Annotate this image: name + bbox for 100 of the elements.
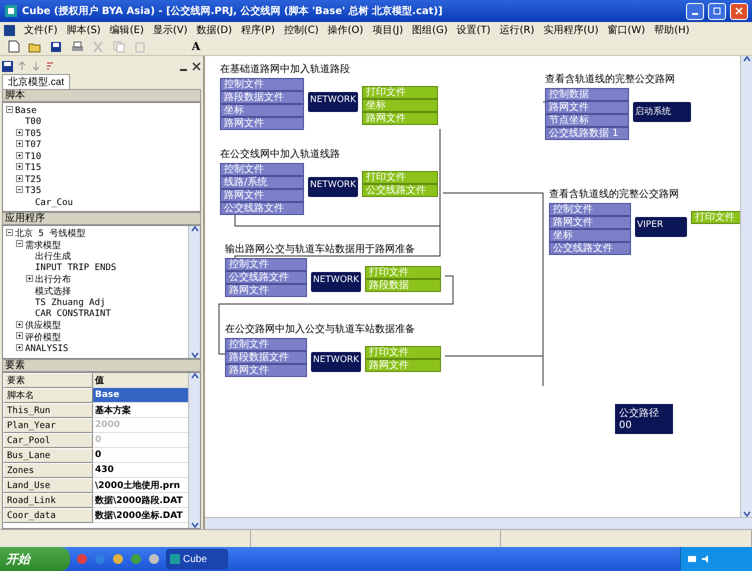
program-node[interactable]: 启动系统 bbox=[633, 102, 691, 122]
tree-item[interactable]: T10 bbox=[25, 152, 42, 162]
menu-item[interactable]: 操作(O) bbox=[328, 23, 364, 37]
input-file[interactable]: 路网文件 bbox=[220, 117, 304, 130]
tree-item[interactable]: 需求模型 bbox=[25, 238, 61, 252]
input-file[interactable]: 控制文件 bbox=[225, 258, 307, 271]
tree-item[interactable]: 北京 5 号线模型 bbox=[15, 227, 86, 240]
value-cell[interactable]: 0 bbox=[93, 448, 188, 463]
tree-item[interactable]: T05 bbox=[25, 128, 42, 139]
program-node[interactable]: NETWORK bbox=[308, 92, 358, 112]
save-icon[interactable] bbox=[2, 60, 13, 72]
collapse-icon[interactable] bbox=[16, 240, 23, 248]
menu-item[interactable]: 编辑(E) bbox=[110, 23, 144, 37]
input-file[interactable]: 控制文件 bbox=[549, 203, 631, 216]
program-node[interactable]: NETWORK bbox=[311, 272, 361, 292]
tree-item[interactable]: T07 bbox=[25, 140, 42, 150]
program-node[interactable]: NETWORK bbox=[311, 352, 361, 372]
expand-icon[interactable] bbox=[16, 140, 23, 148]
tree-item[interactable]: CAR CONSTRAINT bbox=[35, 309, 111, 320]
tree-item[interactable]: ANALYSIS bbox=[25, 344, 68, 354]
menu-item[interactable]: 运行(R) bbox=[500, 23, 534, 37]
program-node[interactable]: VIPER bbox=[635, 217, 687, 237]
scrollbar[interactable] bbox=[740, 56, 752, 517]
menu-item[interactable]: 显示(V) bbox=[152, 23, 188, 37]
scroll-down-icon[interactable] bbox=[742, 511, 750, 517]
value-cell[interactable]: Base bbox=[93, 388, 188, 403]
expand-icon[interactable] bbox=[16, 344, 23, 351]
tree-item[interactable]: 模式选择 bbox=[35, 284, 71, 298]
tree-item[interactable]: T00 bbox=[25, 117, 42, 128]
menu-item[interactable]: 项目(J) bbox=[372, 23, 404, 37]
expand-icon[interactable] bbox=[16, 174, 23, 182]
expand-icon[interactable] bbox=[16, 320, 23, 328]
menu-item[interactable]: 窗口(W) bbox=[607, 23, 646, 37]
value-cell[interactable]: 数据\2000路段.DAT bbox=[93, 493, 188, 508]
input-file[interactable]: 公交线路文件 bbox=[549, 242, 631, 255]
start-button[interactable]: 开始 bbox=[0, 547, 70, 571]
tree-item[interactable]: T15 bbox=[25, 163, 42, 174]
value-cell[interactable]: 数据\2000坐标.DAT bbox=[93, 508, 188, 523]
input-file[interactable]: 坐标 bbox=[220, 104, 304, 117]
input-file[interactable]: 控制数据 bbox=[545, 88, 629, 101]
network-icon[interactable] bbox=[687, 554, 697, 564]
collapse-icon[interactable] bbox=[6, 106, 13, 113]
close-button[interactable] bbox=[730, 2, 748, 20]
value-cell[interactable]: 430 bbox=[93, 463, 188, 478]
input-file[interactable]: 公交线路数据 1 bbox=[545, 127, 629, 140]
value-cell[interactable]: 基本方案 bbox=[93, 403, 188, 418]
close-icon[interactable] bbox=[192, 62, 201, 70]
tree-item[interactable]: INPUT TRIP ENDS bbox=[35, 263, 116, 274]
input-file[interactable]: 控制文件 bbox=[225, 338, 307, 351]
program-node[interactable]: NETWORK bbox=[308, 177, 358, 197]
maximize-button[interactable] bbox=[708, 2, 726, 20]
input-file[interactable]: 公交线路文件 bbox=[220, 202, 304, 215]
input-file[interactable]: 路段数据文件 bbox=[220, 91, 304, 104]
collapse-icon[interactable] bbox=[16, 186, 23, 194]
sort-icon[interactable] bbox=[45, 61, 55, 71]
input-file[interactable]: 控制文件 bbox=[220, 163, 304, 176]
tree-item[interactable]: T25 bbox=[25, 174, 42, 185]
expand-icon[interactable] bbox=[16, 152, 23, 159]
input-file[interactable]: 路网文件 bbox=[220, 189, 304, 202]
menu-item[interactable]: 脚本(S) bbox=[66, 23, 101, 37]
tree-item[interactable]: 出行分布 bbox=[35, 273, 71, 286]
input-file[interactable]: 公交线路文件 bbox=[225, 271, 307, 284]
scrollbar[interactable] bbox=[188, 226, 200, 358]
scroll-up-icon[interactable] bbox=[190, 226, 198, 232]
launch-icon[interactable] bbox=[112, 553, 124, 565]
menu-item[interactable]: 数据(D) bbox=[196, 23, 232, 37]
scroll-up-icon[interactable] bbox=[742, 56, 750, 62]
launch-icon[interactable] bbox=[148, 553, 160, 565]
file-tab[interactable]: 北京模型.cat bbox=[2, 74, 70, 89]
menu-item[interactable]: 文件(F) bbox=[24, 23, 58, 37]
expand-icon[interactable] bbox=[16, 163, 23, 170]
input-file[interactable]: 路网文件 bbox=[549, 216, 631, 229]
input-file[interactable]: 控制文件 bbox=[220, 78, 304, 91]
new-file-icon[interactable] bbox=[6, 38, 22, 54]
menu-item[interactable]: 实用程序(U) bbox=[543, 23, 598, 37]
tree-item[interactable]: 评价模型 bbox=[25, 330, 61, 344]
scroll-up-icon[interactable] bbox=[190, 373, 198, 379]
input-file[interactable]: 路网文件 bbox=[545, 101, 629, 114]
scrollbar[interactable] bbox=[188, 373, 200, 528]
scroll-down-icon[interactable] bbox=[190, 522, 198, 528]
tree-item[interactable]: Car_Cou bbox=[35, 198, 73, 208]
input-file[interactable]: 路网文件 bbox=[225, 364, 307, 377]
value-cell[interactable]: \2000土地使用.prn bbox=[93, 478, 188, 493]
font-button[interactable]: A bbox=[188, 38, 204, 54]
note-node[interactable]: 公交路径 00 bbox=[615, 404, 673, 434]
input-file[interactable]: 坐标 bbox=[549, 229, 631, 242]
input-file[interactable]: 路网文件 bbox=[225, 284, 307, 297]
input-file[interactable]: 节点坐标 bbox=[545, 114, 629, 127]
tree-item[interactable]: 出行生成 bbox=[35, 250, 71, 264]
volume-icon[interactable] bbox=[701, 554, 711, 564]
menu-item[interactable]: 程序(P) bbox=[241, 23, 275, 37]
scrollbar[interactable] bbox=[205, 517, 752, 529]
task-button[interactable]: Cube bbox=[166, 549, 228, 569]
menu-item[interactable]: 帮助(H) bbox=[654, 23, 690, 37]
expand-icon[interactable] bbox=[16, 332, 23, 340]
tree-item[interactable]: TS Zhuang Adj bbox=[35, 298, 106, 308]
menu-item[interactable]: 图组(G) bbox=[412, 23, 448, 37]
expand-icon[interactable] bbox=[26, 274, 33, 282]
tree-item[interactable]: T35 bbox=[25, 186, 42, 196]
input-file[interactable]: 线路/系统 bbox=[220, 176, 304, 189]
